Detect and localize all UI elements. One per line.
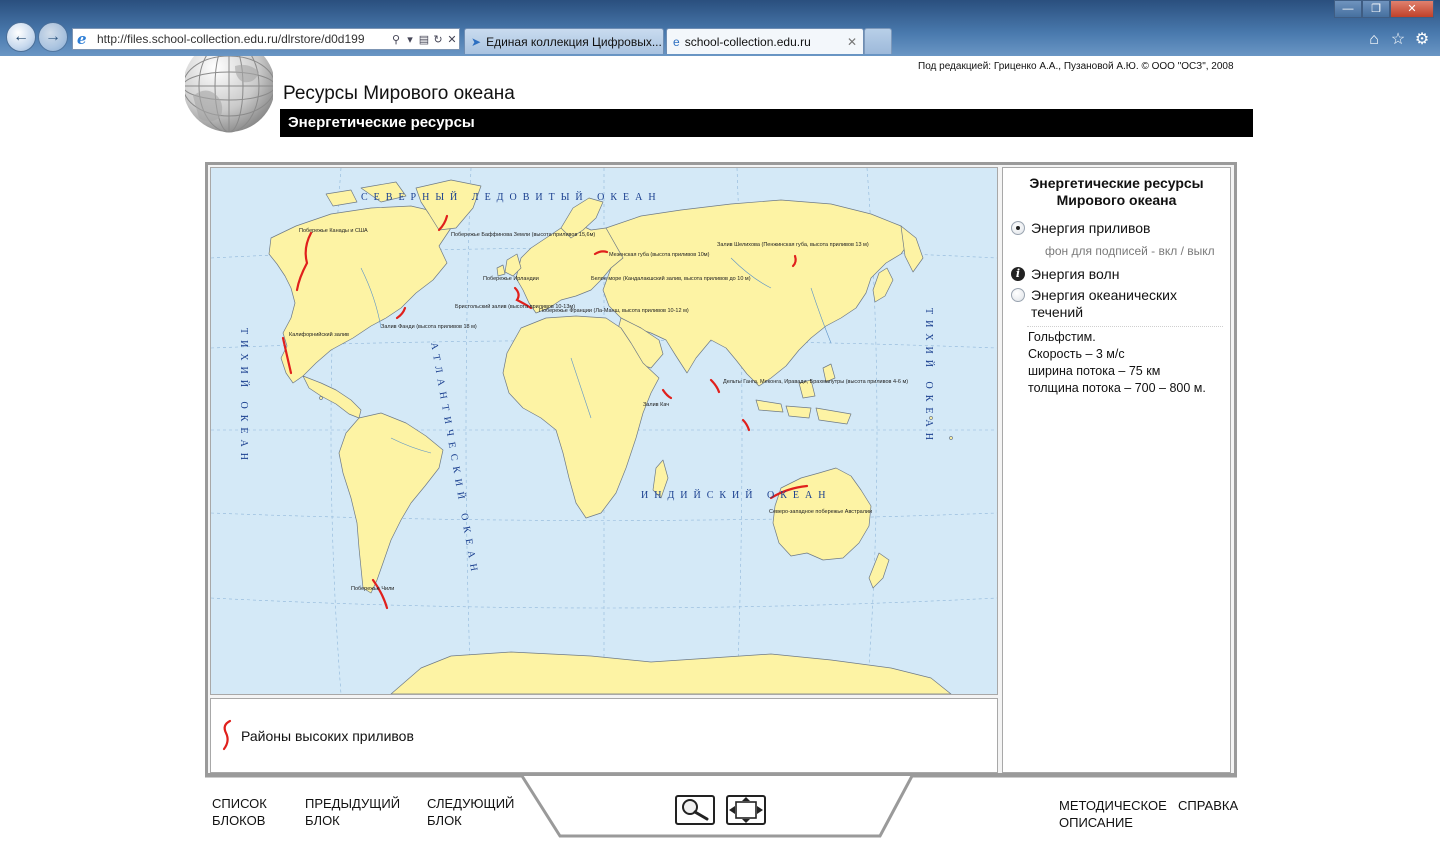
tab-label: Единая коллекция Цифровых... [486,34,662,49]
option-label: Энергия приливов [1031,220,1151,236]
compat-view-icon[interactable]: ▤ [417,33,431,46]
nav-line: СПИСОК [212,796,267,811]
credits-text: Под редакцией: Гриценко А.А., Пузановой … [918,61,1234,72]
nav-previous-block[interactable]: ПРЕДЫДУЩИЙ БЛОК [305,795,400,829]
page-title: Ресурсы Мирового океана [283,83,515,104]
map-label: Побережье Баффинова Земли (высота прилив… [451,232,595,238]
search-icon[interactable]: ⚲ [389,33,403,46]
minimize-button[interactable]: — [1334,0,1362,18]
info-line: Скорость – 3 м/с [1028,347,1125,361]
divider [1027,326,1223,327]
info-icon[interactable]: i [1011,267,1025,281]
info-text: Гольфстим. Скорость – 3 м/с ширина поток… [1028,329,1206,397]
globe-logo [185,56,273,136]
radio-icon[interactable] [1011,288,1025,302]
browser-chrome: ← → e http://files.school-collection.edu… [0,0,1440,56]
nav-line: БЛОК [305,813,340,828]
nav-block-list[interactable]: СПИСОК БЛОКОВ [212,795,267,829]
home-icon[interactable]: ⌂ [1364,30,1384,50]
label-background-toggle[interactable]: фон для подписей - вкл / выкл [1045,244,1215,258]
new-tab-button[interactable] [864,28,892,54]
map-label: Дельты Ганга, Меконга, Иравади, Брахмапу… [723,379,908,385]
tab-school-collection[interactable]: e school-collection.edu.ru ✕ [666,28,864,54]
nav-line: СЛЕДУЮЩИЙ [427,796,515,811]
magnifier-icon [682,799,709,821]
tab-collection[interactable]: ➤ Единая коллекция Цифровых... [464,28,664,54]
option-label: Энергия океанических течений [1031,287,1177,320]
section-title-bar: Энергетические ресурсы [280,109,1253,137]
address-text[interactable]: http://files.school-collection.edu.ru/dl… [97,32,389,46]
map-label: Залив Шелихова (Пенжинская губа, высота … [717,242,869,248]
info-line: толщина потока – 700 – 800 м. [1028,381,1206,395]
legend-label: Районы высоких приливов [241,728,414,744]
fit-screen-button[interactable] [726,795,766,825]
map-label: Побережье Франции (Ла-Манш, высота прили… [539,308,689,314]
maximize-button[interactable]: ❐ [1362,0,1390,18]
map-label: Побережье Ирландии [483,276,539,282]
stop-icon[interactable]: ✕ [445,33,459,46]
address-bar[interactable]: e http://files.school-collection.edu.ru/… [72,28,460,50]
close-window-button[interactable]: ✕ [1390,0,1434,18]
nav-next-block[interactable]: СЛЕДУЮЩИЙ БЛОК [427,795,514,829]
side-panel: Энергетические ресурсы Мирового океана Э… [1002,167,1231,773]
ocean-label-pacific-west: ТИХИЙ ОКЕАН [238,328,250,466]
tab-label: school-collection.edu.ru [684,34,811,49]
gear-icon[interactable]: ⚙ [1412,30,1432,50]
refresh-icon[interactable]: ↻ [431,33,445,46]
info-line: Гольфстим. [1028,330,1096,344]
legend-panel: Районы высоких приливов [210,698,998,773]
map-label: Калифорнийский залив [289,331,349,338]
ocean-label-pacific-east: ТИХИЙ ОКЕАН [923,308,935,446]
fit-screen-icon [729,797,763,823]
nav-line: БЛОКОВ [212,813,266,828]
option-wave-energy[interactable]: i Энергия волн [1011,266,1119,283]
world-map[interactable]: СЕВЕРНЫЙ ЛЕДОВИТЫЙ ОКЕАН АТЛАНТИЧЕСКИЙ О… [210,167,998,695]
zoom-button[interactable] [675,795,715,825]
nav-line: БЛОК [427,813,462,828]
tide-legend-icon [222,719,232,751]
ocean-label-arctic: СЕВЕРНЫЙ ЛЕДОВИТЫЙ ОКЕАН [361,191,662,203]
close-tab-icon[interactable]: ✕ [843,35,857,49]
nav-line: ОПИСАНИЕ [1059,815,1133,830]
side-panel-title: Энергетические ресурсы Мирового океана [1029,175,1204,208]
map-label: Белое море (Кандалакшский залив, высота … [591,275,751,282]
nav-line: МЕТОДИЧЕСКОЕ [1059,798,1167,813]
forward-button[interactable]: → [38,22,68,52]
dropdown-icon[interactable]: ▾ [403,33,417,46]
option-tidal-energy[interactable]: Энергия приливов [1011,220,1150,237]
info-line: ширина потока – 75 км [1028,364,1161,378]
back-button[interactable]: ← [6,22,36,52]
option-current-energy[interactable]: Энергия океанических течений [1011,287,1201,321]
map-label: Залив Фанди (высота приливов 18 м) [381,324,477,330]
ie-tab-icon: e [673,34,680,49]
page-icon: ➤ [471,34,482,49]
map-label: Залив Кач [643,402,669,408]
nav-line: ПРЕДЫДУЩИЙ [305,796,401,811]
radio-selected-icon[interactable] [1011,221,1025,235]
favorites-star-icon[interactable]: ☆ [1388,30,1408,50]
window-controls: — ❐ ✕ [1334,0,1434,18]
map-label: Северо-западное побережье Австралии [769,509,872,515]
nav-help[interactable]: СПРАВКА [1178,797,1238,814]
nav-method-description[interactable]: МЕТОДИЧЕСКОЕ ОПИСАНИЕ [1059,797,1167,831]
ocean-label-indian: ИНДИЙСКИЙ ОКЕАН [641,489,831,501]
map-label: Мезенская губа (высота приливов 10м) [609,252,710,258]
ie-icon: e [77,30,87,48]
map-label: Побережье Канады и США [299,228,368,234]
map-label: Побережье Чили [351,586,394,592]
option-label: Энергия волн [1031,266,1120,282]
